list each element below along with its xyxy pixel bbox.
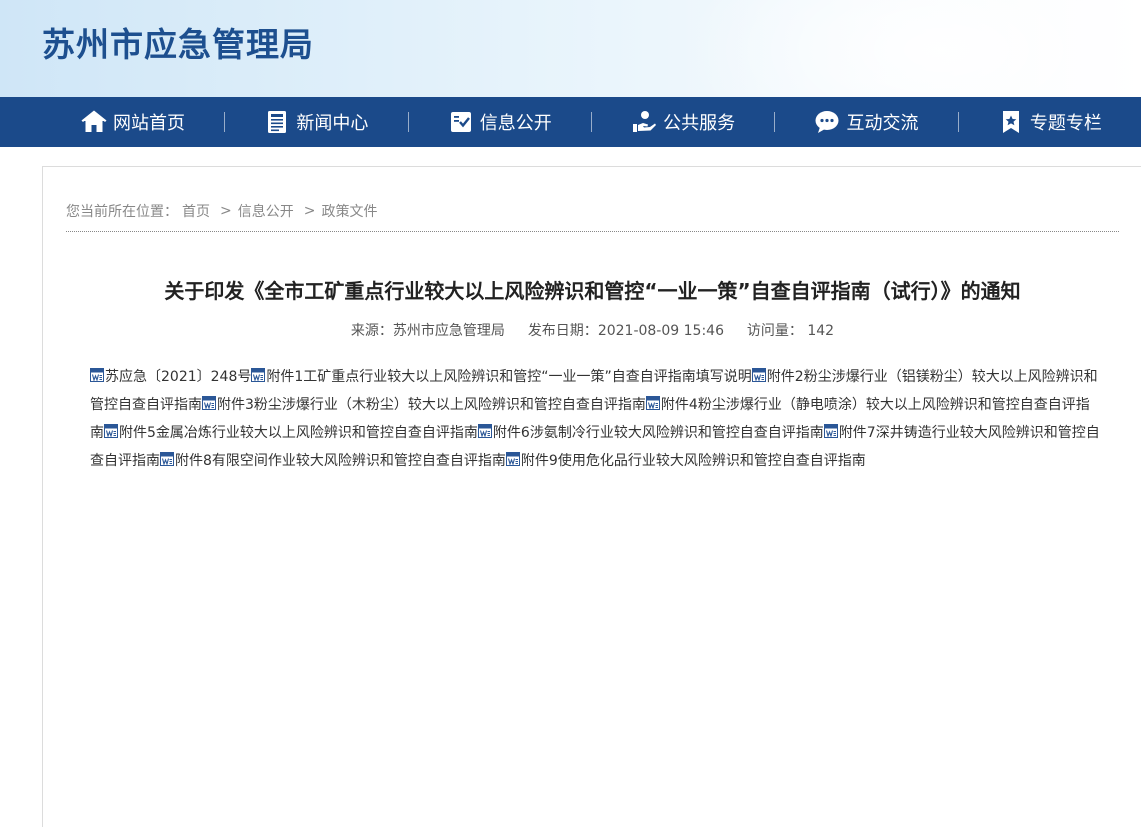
nav-item-public-service[interactable]: 公共服务 [592, 97, 774, 147]
attachment-title: 附件5金属冶炼行业较大以上风险辨识和管控自查自评指南 [119, 425, 478, 441]
nav-item-info-disclosure[interactable]: 信息公开 [409, 97, 591, 147]
attachment-list: 苏应急〔2021〕248号 附件1工矿重点行业较大以上风险辨识和管控“一业一策”自… [90, 363, 1100, 475]
breadcrumb-prefix: 您当前所在位置： [66, 204, 178, 220]
word-doc-icon [202, 396, 216, 410]
date-label: 发布日期： [527, 323, 598, 339]
attachment-title: 附件6涉氨制冷行业较大风险辨识和管控自查自评指南 [492, 425, 824, 441]
source-value: 苏州市应急管理局 [392, 323, 505, 339]
news-icon [264, 109, 290, 135]
attachment-link[interactable]: 附件6涉氨制冷行业较大风险辨识和管控自查自评指南 [477, 424, 824, 441]
word-doc-icon [477, 424, 492, 438]
attachment-link[interactable]: 附件3粉尘涉爆行业（木粉尘）较大以上风险辨识和管控自查自评指南 [202, 396, 646, 413]
nav-item-interaction[interactable]: 互动交流 [775, 97, 957, 147]
chat-icon [814, 109, 840, 135]
header-glow [681, 0, 1141, 97]
service-hand-icon [631, 109, 657, 135]
views-value: 142 [807, 323, 835, 339]
breadcrumb-link-policy[interactable]: 政策文件 [321, 201, 377, 221]
attachment-link[interactable]: 附件5金属冶炼行业较大以上风险辨识和管控自查自评指南 [104, 424, 478, 441]
word-doc-icon [251, 368, 266, 382]
attachment-title: 附件8有限空间作业较大风险辨识和管控自查自评指南 [175, 453, 506, 469]
nav-item-news[interactable]: 新闻中心 [225, 97, 407, 147]
nav-item-home[interactable]: 网站首页 [42, 97, 224, 147]
nav-label: 网站首页 [113, 113, 186, 134]
bookmark-star-icon [998, 109, 1024, 135]
nav-label: 信息公开 [479, 113, 552, 134]
word-doc-icon [645, 396, 660, 410]
word-doc-icon [823, 424, 838, 438]
nav-label: 互动交流 [846, 113, 919, 134]
article-meta: 来源：苏州市应急管理局 发布日期：2021-08-09 15:46 访问量： 1… [43, 320, 1141, 340]
date-value: 2021-08-09 15:46 [597, 323, 724, 339]
article-title: 关于印发《全市工矿重点行业较大以上风险辨识和管控“一业一策”自查自评指南（试行）… [164, 279, 1021, 303]
home-icon [81, 109, 107, 135]
nav-label: 公共服务 [663, 113, 736, 134]
views-label: 访问量： [746, 323, 803, 339]
attachment-title: 附件1工矿重点行业较大以上风险辨识和管控“一业一策”自查自评指南填写说明 [266, 369, 752, 385]
nav-label: 专题专栏 [1029, 113, 1102, 134]
attachment-link[interactable]: 附件8有限空间作业较大风险辨识和管控自查自评指南 [160, 452, 506, 469]
attachment-title: 苏应急〔2021〕248号 [105, 369, 252, 385]
attachment-link[interactable]: 苏应急〔2021〕248号 [90, 368, 252, 385]
breadcrumb-link-info[interactable]: 信息公开 [238, 201, 294, 221]
word-doc-icon [90, 368, 104, 382]
info-check-icon [448, 109, 474, 135]
attachment-link[interactable]: 附件1工矿重点行业较大以上风险辨识和管控“一业一策”自查自评指南填写说明 [251, 368, 752, 385]
attachment-link[interactable]: 附件9使用危化品行业较大风险辨识和管控自查自评指南 [505, 452, 866, 469]
word-doc-icon [751, 368, 766, 382]
breadcrumb-separator: > [303, 203, 316, 219]
site-header: 苏州市应急管理局 [0, 0, 1141, 97]
word-doc-icon [160, 452, 174, 466]
main-nav: 网站首页 新闻中心 信息公开 公共服务 互动交流 专题专栏 [0, 97, 1141, 147]
site-title[interactable]: 苏州市应急管理局 [42, 18, 314, 66]
breadcrumb-divider [66, 231, 1119, 232]
word-doc-icon [104, 424, 118, 438]
nav-item-special-topics[interactable]: 专题专栏 [959, 97, 1141, 147]
nav-label: 新闻中心 [296, 113, 369, 134]
content-panel: 您当前所在位置： 首页 > 信息公开 > 政策文件 关于印发《全市工矿重点行业较… [42, 166, 1141, 827]
attachment-title: 附件3粉尘涉爆行业（木粉尘）较大以上风险辨识和管控自查自评指南 [217, 397, 646, 413]
source-label: 来源： [350, 323, 393, 339]
breadcrumb: 您当前所在位置： 首页 > 信息公开 > 政策文件 [66, 201, 381, 221]
attachment-title: 附件9使用危化品行业较大风险辨识和管控自查自评指南 [520, 453, 866, 469]
breadcrumb-link-home[interactable]: 首页 [182, 201, 210, 221]
breadcrumb-separator: > [220, 203, 232, 219]
word-doc-icon [505, 452, 520, 466]
